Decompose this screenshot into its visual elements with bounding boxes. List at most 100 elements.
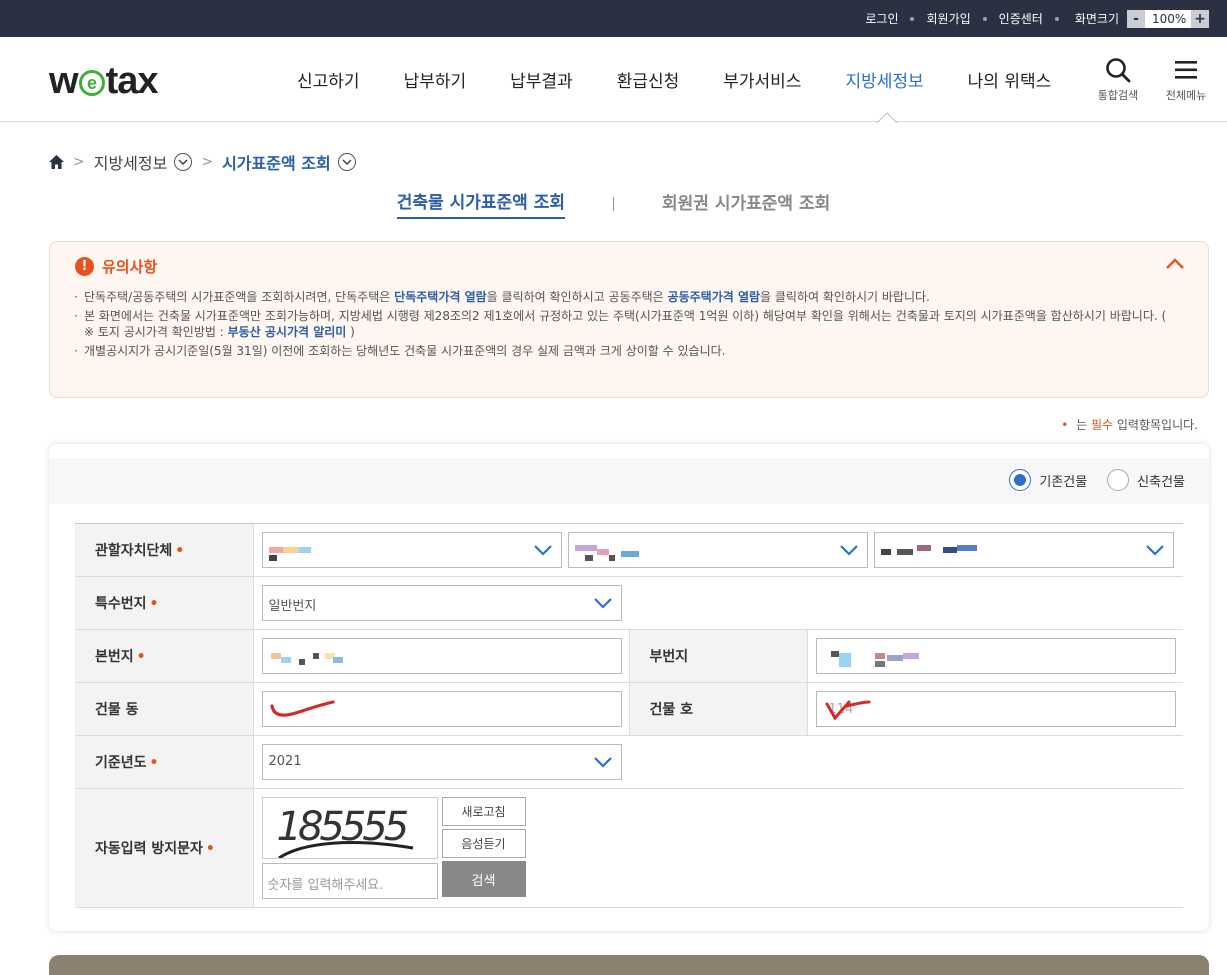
notice-list: 단독주택/공동주택의 시가표준액을 조회하시려면, 단독주택은 단독주택가격 열… bbox=[74, 289, 1174, 362]
sub-tabs: 건축물 시가표준액 조회 회원권 시가표준액 조회 bbox=[0, 188, 1227, 219]
red-check-mark bbox=[825, 700, 870, 721]
label-sub-lot-number: 부번지 bbox=[628, 629, 808, 683]
label-captcha: 자동입력 방지문자 • bbox=[75, 788, 254, 908]
top-utility-bar: 로그인 회원가입 인증센터 화면크기 - 100% + bbox=[0, 0, 1227, 37]
radio-existing-building[interactable]: 기존건물 bbox=[1009, 469, 1087, 491]
bottom-panel-edge bbox=[49, 955, 1209, 975]
row-building-dong-ho: 건물 동 건물 호 114 bbox=[75, 682, 1183, 736]
separator-dot bbox=[910, 16, 915, 21]
chevron-down-icon bbox=[840, 545, 858, 556]
radio-circle-checked[interactable] bbox=[1009, 469, 1032, 491]
captcha-placeholder: 숫자를 입력해주세요. bbox=[267, 878, 384, 893]
tab-divider bbox=[613, 196, 614, 211]
base-year-select[interactable]: 2021 bbox=[261, 744, 622, 780]
signup-link[interactable]: 회원가입 bbox=[926, 10, 970, 27]
separator-dot bbox=[1054, 16, 1059, 21]
notice-item: 개별공시지가 공시기준일(5월 31일) 이전에 조회하는 당해년도 건축물 시… bbox=[74, 343, 1174, 359]
captcha-input[interactable]: 숫자를 입력해주세요. bbox=[261, 863, 438, 899]
building-type-radios: 기존건물 신축건물 bbox=[989, 469, 1185, 491]
chevron-down-icon[interactable] bbox=[174, 153, 193, 171]
search-label: 통합검색 bbox=[1097, 89, 1139, 102]
wetax-logo[interactable]: w e tax bbox=[49, 59, 159, 102]
search-form-table: 관할자치단체 • 특수번지 • 일반번지 본번지 • 부번지 건물 동 건물 호… bbox=[75, 523, 1183, 908]
captcha-area: 185555 숫자를 입력해주세요. 새로고침 음성듣기 검색 bbox=[254, 789, 1184, 907]
nav-report[interactable]: 신고하기 bbox=[297, 67, 360, 92]
nav-refund[interactable]: 환급신청 bbox=[617, 67, 680, 92]
separator-dot bbox=[982, 16, 987, 21]
special-lot-select[interactable]: 일반번지 bbox=[261, 585, 622, 621]
main-lot-number-input[interactable] bbox=[261, 638, 622, 674]
sub-lot-number-input[interactable] bbox=[815, 638, 1176, 674]
exclamation-icon: ! bbox=[75, 257, 94, 276]
captcha-image: 185555 bbox=[261, 797, 438, 859]
region-select-1[interactable] bbox=[261, 532, 562, 568]
red-scribble-mark bbox=[269, 700, 335, 717]
chevron-down-icon bbox=[1146, 545, 1165, 556]
notice-item: 본 화면에서는 건축물 시가표준액만 조회가능하며, 지방세법 시행령 제28조… bbox=[74, 308, 1174, 340]
radio-label: 기존건물 bbox=[1039, 474, 1088, 490]
notice-item: 단독주택/공동주택의 시가표준액을 조회하시려면, 단독주택은 단독주택가격 열… bbox=[74, 289, 1174, 305]
chevron-right-icon: > bbox=[201, 154, 214, 170]
chevron-up-icon[interactable] bbox=[1166, 258, 1184, 269]
nav-my-wetax[interactable]: 나의 위택스 bbox=[968, 67, 1052, 92]
menu-label: 전체메뉴 bbox=[1165, 89, 1207, 102]
cert-center-link[interactable]: 인증센터 bbox=[999, 10, 1043, 27]
detached-house-price-link[interactable]: 단독주택가격 열람 bbox=[394, 290, 487, 304]
apartment-price-link[interactable]: 공동주택가격 열람 bbox=[668, 290, 761, 304]
label-building-ho: 건물 호 bbox=[628, 682, 808, 736]
full-menu-button[interactable]: 전체메뉴 bbox=[1156, 57, 1216, 103]
label-base-year: 기준년도 • bbox=[75, 735, 254, 789]
notice-box: ! 유의사항 단독주택/공동주택의 시가표준액을 조회하시려면, 단독주택은 단… bbox=[49, 241, 1209, 398]
nav-extra-services[interactable]: 부가서비스 bbox=[723, 67, 801, 92]
nav-payment-result[interactable]: 납부결과 bbox=[510, 67, 573, 92]
required-fields-note: • 는 필수 입력항목입니다. bbox=[1061, 418, 1198, 432]
logo-text-tax: tax bbox=[105, 59, 159, 102]
tab-building-standard-price[interactable]: 건축물 시가표준액 조회 bbox=[396, 188, 565, 219]
zoom-in-button[interactable]: + bbox=[1191, 9, 1209, 28]
captcha-noise-line bbox=[277, 841, 413, 858]
radio-new-building[interactable]: 신축건물 bbox=[1107, 469, 1185, 491]
site-header: w e tax 신고하기 납부하기 납부결과 환급신청 부가서비스 지방세정보 … bbox=[0, 37, 1227, 123]
breadcrumb-level2[interactable]: 시가표준액 조회 bbox=[222, 150, 331, 174]
special-lot-value: 일반번지 bbox=[268, 599, 317, 614]
logo-e-circle: e bbox=[78, 70, 105, 96]
label-region: 관할자치단체 • bbox=[75, 523, 254, 577]
home-icon[interactable] bbox=[49, 155, 64, 169]
tab-membership-standard-price[interactable]: 회원권 시가표준액 조회 bbox=[662, 189, 830, 218]
zoom-out-button[interactable]: - bbox=[1127, 9, 1145, 28]
captcha-audio-button[interactable]: 음성듣기 bbox=[441, 829, 526, 858]
row-captcha: 자동입력 방지문자 • 185555 숫자를 입력해주세요. 새로고침 음성듣기… bbox=[75, 788, 1184, 908]
nav-local-tax-info[interactable]: 지방세정보 bbox=[845, 67, 923, 92]
captcha-refresh-button[interactable]: 새로고침 bbox=[441, 797, 526, 826]
breadcrumb-level1[interactable]: 지방세정보 bbox=[94, 150, 168, 174]
label-special-lot: 특수번지 • bbox=[75, 576, 254, 630]
zoom-control: - 100% + bbox=[1127, 9, 1209, 28]
notice-title: ! 유의사항 bbox=[75, 256, 157, 277]
radio-label: 신축건물 bbox=[1137, 474, 1185, 490]
chevron-down-icon bbox=[593, 757, 612, 768]
hamburger-menu-icon bbox=[1175, 61, 1197, 79]
region-select-2[interactable] bbox=[567, 532, 868, 568]
row-base-year: 기준년도 • 2021 bbox=[75, 735, 1183, 789]
region-select-3[interactable] bbox=[874, 532, 1175, 568]
logo-text-w: w bbox=[49, 59, 79, 102]
login-link[interactable]: 로그인 bbox=[865, 10, 898, 27]
chevron-down-icon[interactable] bbox=[337, 153, 356, 171]
chevron-down-icon bbox=[533, 545, 552, 556]
radio-circle[interactable] bbox=[1107, 469, 1130, 491]
realty-price-notice-link[interactable]: 부동산 공시가격 알리미 bbox=[228, 325, 347, 339]
main-navigation: 신고하기 납부하기 납부결과 환급신청 부가서비스 지방세정보 나의 위택스 bbox=[275, 37, 1073, 122]
row-lot-number: 본번지 • 부번지 bbox=[75, 629, 1183, 683]
zoom-value: 100% bbox=[1152, 11, 1187, 26]
search-icon bbox=[1106, 58, 1131, 83]
zoom-label: 화면크기 bbox=[1074, 12, 1119, 26]
nav-pay[interactable]: 납부하기 bbox=[404, 67, 467, 92]
search-button[interactable]: 검색 bbox=[441, 861, 526, 897]
building-dong-input[interactable] bbox=[261, 691, 622, 727]
integrated-search-button[interactable]: 통합검색 bbox=[1088, 57, 1148, 103]
chevron-right-icon: > bbox=[73, 154, 85, 170]
label-building-dong: 건물 동 bbox=[75, 682, 254, 736]
building-ho-input[interactable]: 114 bbox=[815, 691, 1176, 727]
label-main-lot-number: 본번지 • bbox=[75, 629, 254, 683]
breadcrumb: > 지방세정보 > 시가표준액 조회 bbox=[49, 150, 356, 174]
